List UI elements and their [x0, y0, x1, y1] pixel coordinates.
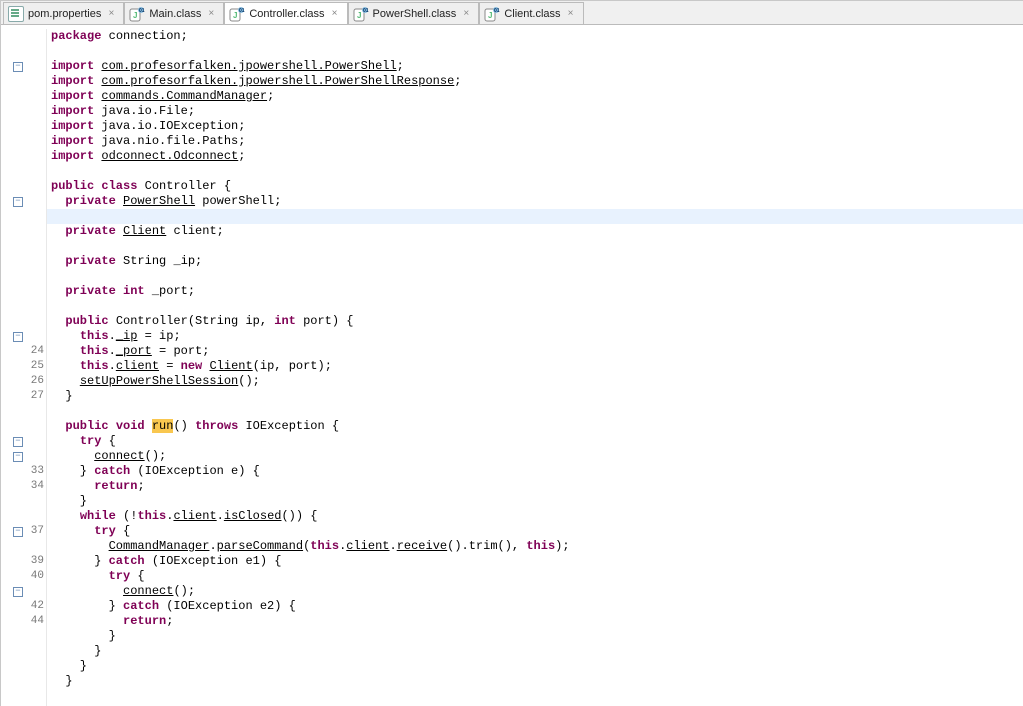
class-icon: J01 — [229, 6, 245, 22]
tab-powershell-class[interactable]: J01 PowerShell.class × — [348, 2, 480, 24]
fold-toggle[interactable]: − — [13, 197, 23, 207]
line-number: 27 — [26, 389, 44, 404]
tab-label: Main.class — [149, 8, 201, 20]
line-number: 34 — [26, 479, 44, 494]
line-number: 39 — [26, 554, 44, 569]
gutter: −−−24252627−−3334−373940−4244 — [1, 29, 47, 706]
code-area[interactable]: package connection; import com.profesorfa… — [47, 29, 1023, 706]
code-line[interactable]: import java.nio.file.Paths; — [51, 134, 1023, 149]
svg-text:01: 01 — [139, 8, 145, 14]
class-icon: J01 — [129, 6, 145, 22]
code-line[interactable]: } — [51, 644, 1023, 659]
tab-main-class[interactable]: J01 Main.class × — [124, 2, 224, 24]
line-number: 44 — [26, 614, 44, 629]
svg-text:J: J — [488, 11, 492, 20]
code-line[interactable]: import commands.CommandManager; — [51, 89, 1023, 104]
fold-toggle[interactable]: − — [13, 437, 23, 447]
code-line[interactable]: } catch (IOException e1) { — [51, 554, 1023, 569]
editor-tabbar: pom.properties × J01 Main.class × J01 Co… — [1, 1, 1023, 25]
code-line[interactable]: import java.io.File; — [51, 104, 1023, 119]
code-line[interactable]: private int _port; — [51, 284, 1023, 299]
tab-pom-properties[interactable]: pom.properties × — [3, 2, 124, 24]
close-icon[interactable]: × — [105, 8, 117, 20]
tab-label: Controller.class — [249, 8, 324, 20]
close-icon[interactable]: × — [329, 8, 341, 20]
code-line[interactable]: setUpPowerShellSession(); — [51, 374, 1023, 389]
svg-text:01: 01 — [494, 8, 500, 14]
code-editor[interactable]: −−−24252627−−3334−373940−4244 package co… — [1, 25, 1023, 706]
code-line[interactable]: import com.profesorfalken.jpowershell.Po… — [51, 59, 1023, 74]
code-line[interactable] — [51, 689, 1023, 704]
line-number: 33 — [26, 464, 44, 479]
line-number: 26 — [26, 374, 44, 389]
code-line[interactable]: public class Controller { — [51, 179, 1023, 194]
code-line[interactable]: import odconnect.Odconnect; — [51, 149, 1023, 164]
close-icon[interactable]: × — [565, 8, 577, 20]
svg-text:J: J — [133, 11, 137, 20]
code-line[interactable] — [51, 44, 1023, 59]
close-icon[interactable]: × — [460, 8, 472, 20]
code-line[interactable] — [47, 209, 1023, 224]
code-line[interactable]: this.client = new Client(ip, port); — [51, 359, 1023, 374]
line-number: 37 — [26, 524, 44, 539]
code-line[interactable]: public void run() throws IOException { — [51, 419, 1023, 434]
tab-controller-class[interactable]: J01 Controller.class × — [224, 2, 347, 24]
line-number: 24 — [26, 344, 44, 359]
line-number: 40 — [26, 569, 44, 584]
code-line[interactable]: connect(); — [51, 449, 1023, 464]
code-line[interactable]: } catch (IOException e) { — [51, 464, 1023, 479]
fold-toggle[interactable]: − — [13, 452, 23, 462]
code-line[interactable] — [51, 164, 1023, 179]
code-line[interactable] — [51, 269, 1023, 284]
line-number: 42 — [26, 599, 44, 614]
properties-icon — [8, 6, 24, 22]
code-line[interactable] — [51, 299, 1023, 314]
fold-toggle[interactable]: − — [13, 62, 23, 72]
class-icon: J01 — [484, 6, 500, 22]
code-line[interactable] — [51, 239, 1023, 254]
code-line[interactable]: private PowerShell powerShell; — [51, 194, 1023, 209]
code-line[interactable]: import java.io.IOException; — [51, 119, 1023, 134]
code-line[interactable]: CommandManager.parseCommand(this.client.… — [51, 539, 1023, 554]
code-line[interactable]: import com.profesorfalken.jpowershell.Po… — [51, 74, 1023, 89]
tab-client-class[interactable]: J01 Client.class × — [479, 2, 583, 24]
code-line[interactable]: try { — [51, 524, 1023, 539]
code-line[interactable]: try { — [51, 434, 1023, 449]
fold-toggle[interactable]: − — [13, 527, 23, 537]
code-line[interactable]: this._ip = ip; — [51, 329, 1023, 344]
code-line[interactable]: } — [51, 494, 1023, 509]
code-line[interactable]: package connection; — [51, 29, 1023, 44]
code-line[interactable]: private String _ip; — [51, 254, 1023, 269]
line-number: 25 — [26, 359, 44, 374]
code-line[interactable]: } — [51, 629, 1023, 644]
svg-text:J: J — [357, 11, 361, 20]
class-icon: J01 — [353, 6, 369, 22]
code-line[interactable]: this._port = port; — [51, 344, 1023, 359]
fold-toggle[interactable]: − — [13, 587, 23, 597]
code-line[interactable]: try { — [51, 569, 1023, 584]
code-line[interactable]: while (!this.client.isClosed()) { — [51, 509, 1023, 524]
code-line[interactable]: private Client client; — [51, 224, 1023, 239]
tab-label: pom.properties — [28, 8, 101, 20]
code-line[interactable]: } — [51, 674, 1023, 689]
code-line[interactable]: } — [51, 659, 1023, 674]
svg-text:01: 01 — [239, 8, 245, 14]
svg-text:01: 01 — [363, 8, 369, 14]
tab-label: Client.class — [504, 8, 560, 20]
code-line[interactable]: return; — [51, 614, 1023, 629]
code-line[interactable] — [51, 404, 1023, 419]
code-line[interactable]: connect(); — [51, 584, 1023, 599]
code-line[interactable]: } — [51, 389, 1023, 404]
close-icon[interactable]: × — [205, 8, 217, 20]
fold-toggle[interactable]: − — [13, 332, 23, 342]
svg-text:J: J — [233, 11, 237, 20]
tab-label: PowerShell.class — [373, 8, 457, 20]
code-line[interactable]: return; — [51, 479, 1023, 494]
code-line[interactable]: } catch (IOException e2) { — [51, 599, 1023, 614]
code-line[interactable]: public Controller(String ip, int port) { — [51, 314, 1023, 329]
